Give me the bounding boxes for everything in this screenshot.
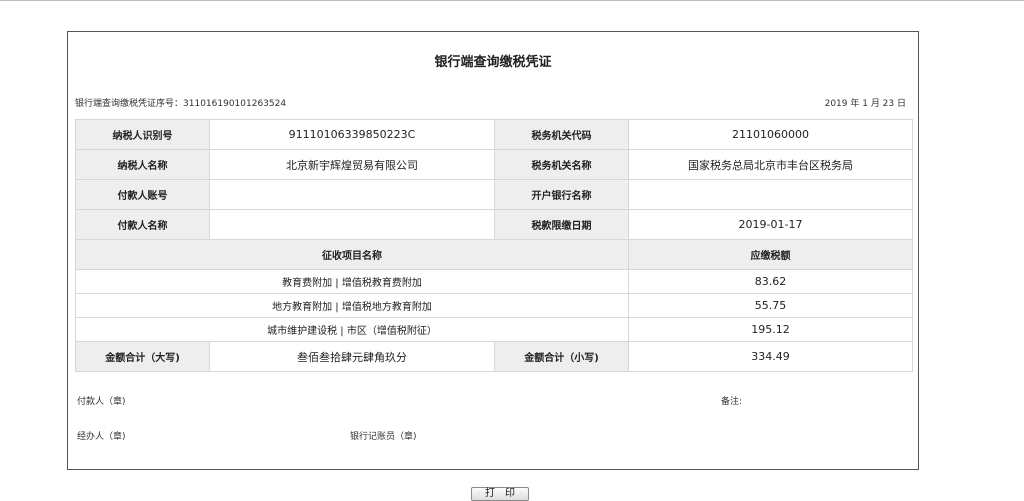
print-button[interactable]: 打 印 [471,487,529,501]
items-header-name: 征收项目名称 [75,239,629,270]
serial-label: 银行端查询缴税凭证序号： [75,99,184,109]
payer-name-value [209,209,495,240]
table-row: 城市维护建设税 | 市区（增值税附征） 195.12 [75,317,913,342]
table-row: 纳税人名称 北京新宇辉煌贸易有限公司 税务机关名称 国家税务总局北京市丰台区税务… [75,149,913,180]
taxpayer-name-label: 纳税人名称 [75,149,210,180]
payer-account-label: 付款人账号 [75,179,210,210]
total-lower-label: 金额合计（小写) [494,341,629,372]
tax-office-name-label: 税务机关名称 [494,149,629,180]
tax-office-code-label: 税务机关代码 [494,119,629,150]
payer-seal-label: 付款人（章) [77,397,126,407]
bookkeeper-seal-label: 银行记账员（章) [350,432,417,442]
taxpayer-id-label: 纳税人识别号 [75,119,210,150]
table-row: 付款人账号 开户银行名称 [75,179,913,210]
item-amount: 55.75 [628,293,913,318]
item-name: 城市维护建设税 | 市区（增值税附征） [75,317,629,342]
item-amount: 195.12 [628,317,913,342]
serial-number: 311016190101263524 [183,99,287,109]
table-row: 地方教育附加 | 增值税地方教育附加 55.75 [75,293,913,318]
item-name: 教育费附加 | 增值税教育费附加 [75,269,629,294]
table-row: 教育费附加 | 增值税教育费附加 83.62 [75,269,913,294]
top-divider [0,0,1024,1]
tax-office-code-value: 21101060000 [628,119,913,150]
voucher-serial: 银行端查询缴税凭证序号：311016190101263524 [75,96,286,109]
handler-seal-label: 经办人（章) [77,432,126,442]
total-lower-value: 334.49 [628,341,913,372]
voucher-date: 2019 年 1 月 23 日 [824,99,906,109]
tax-office-name-value: 国家税务总局北京市丰台区税务局 [628,149,913,180]
taxpayer-name-value: 北京新宇辉煌贸易有限公司 [209,149,495,180]
bank-name-label: 开户银行名称 [494,179,629,210]
table-row: 纳税人识别号 91110106339850223C 税务机关代码 2110106… [75,119,913,150]
total-upper-label: 金额合计（大写) [75,341,210,372]
items-header-row: 征收项目名称 应缴税额 [75,239,913,270]
item-amount: 83.62 [628,269,913,294]
tax-voucher-panel: 银行端查询缴税凭证 银行端查询缴税凭证序号：311016190101263524… [67,31,919,470]
deadline-label: 税款限缴日期 [494,209,629,240]
item-name: 地方教育附加 | 增值税地方教育附加 [75,293,629,318]
remark-label: 备注: [721,397,743,407]
bank-name-value [628,179,913,210]
deadline-value: 2019-01-17 [628,209,913,240]
items-header-amount: 应缴税额 [628,239,913,270]
total-upper-value: 叁佰叁拾肆元肆角玖分 [209,341,495,372]
voucher-table: 纳税人识别号 91110106339850223C 税务机关代码 2110106… [75,119,913,372]
payer-account-value [209,179,495,210]
taxpayer-id-value: 91110106339850223C [209,119,495,150]
payer-name-label: 付款人名称 [75,209,210,240]
table-row: 付款人名称 税款限缴日期 2019-01-17 [75,209,913,240]
voucher-title: 银行端查询缴税凭证 [434,55,552,70]
totals-row: 金额合计（大写) 叁佰叁拾肆元肆角玖分 金额合计（小写) 334.49 [75,341,913,372]
